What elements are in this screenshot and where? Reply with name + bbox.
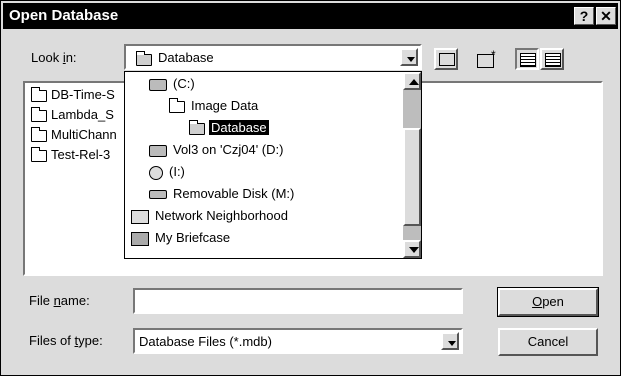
details-view-icon	[545, 53, 561, 67]
look-in-combobox[interactable]: Database	[124, 44, 422, 70]
files-of-type-combobox[interactable]: Database Files (*.mdb)	[133, 328, 463, 354]
folder-icon	[31, 147, 47, 162]
look-in-dropdown-arrow[interactable]	[400, 48, 418, 66]
network-drive-icon	[149, 144, 167, 157]
look-in-value: Database	[158, 50, 214, 65]
look-in-dropdown-list: (C:) Image Data Database Vol3 on 'Czj04'…	[124, 71, 422, 259]
list-view-button[interactable]	[515, 48, 539, 70]
details-view-button[interactable]	[540, 48, 564, 70]
file-name-input[interactable]	[133, 288, 463, 314]
cd-drive-icon	[149, 165, 163, 180]
folder-icon	[31, 107, 47, 122]
dropdown-item-removable-disk[interactable]: Removable Disk (M:)	[149, 184, 296, 204]
close-button[interactable]: ✕	[596, 7, 616, 25]
briefcase-icon	[131, 231, 149, 246]
removable-drive-icon	[149, 190, 167, 200]
title-bar: Open Database ? ✕	[3, 3, 618, 29]
dropdown-item-c-drive[interactable]: (C:)	[149, 74, 197, 94]
file-name-label: File name:	[29, 293, 90, 308]
file-item[interactable]: MultiChann	[31, 127, 121, 142]
open-database-dialog: Open Database ? ✕ Look in: Database * DB…	[0, 0, 621, 376]
dropdown-item-my-briefcase[interactable]: My Briefcase	[131, 228, 232, 248]
up-one-level-icon	[439, 53, 455, 66]
file-item[interactable]: DB-Time-S	[31, 87, 121, 102]
files-of-type-dropdown-arrow[interactable]	[441, 332, 459, 350]
files-of-type-value: Database Files (*.mdb)	[139, 334, 272, 349]
cancel-button[interactable]: Cancel	[498, 328, 598, 356]
up-one-level-button[interactable]	[434, 48, 458, 70]
look-in-label: Look in:	[31, 50, 77, 65]
folder-icon	[31, 127, 47, 142]
network-neighborhood-icon	[131, 209, 149, 224]
hard-drive-icon	[149, 78, 167, 91]
create-new-folder-button[interactable]: *	[474, 48, 498, 70]
help-button[interactable]: ?	[574, 7, 594, 25]
dropdown-item-i-drive[interactable]: (I:)	[149, 162, 187, 182]
dialog-title: Open Database	[9, 7, 119, 24]
files-of-type-label: Files of type:	[29, 333, 103, 348]
dropdown-item-database[interactable]: Database	[189, 118, 269, 138]
scroll-thumb[interactable]	[403, 128, 421, 226]
dropdown-item-vol3[interactable]: Vol3 on 'Czj04' (D:)	[149, 140, 285, 160]
file-item[interactable]: Test-Rel-3	[31, 147, 121, 162]
folder-icon	[169, 97, 185, 113]
folder-icon	[31, 87, 47, 102]
open-folder-icon	[136, 51, 152, 66]
list-view-icon	[520, 53, 536, 67]
dropdown-item-network-neighborhood[interactable]: Network Neighborhood	[131, 206, 290, 226]
dropdown-scrollbar[interactable]	[403, 72, 421, 258]
open-button[interactable]: Open	[497, 287, 599, 317]
open-folder-icon	[189, 119, 205, 135]
file-item[interactable]: Lambda_S	[31, 107, 121, 122]
scroll-up-button[interactable]	[403, 72, 421, 90]
scroll-down-button[interactable]	[403, 240, 421, 258]
dropdown-item-image-data[interactable]: Image Data	[169, 96, 260, 116]
